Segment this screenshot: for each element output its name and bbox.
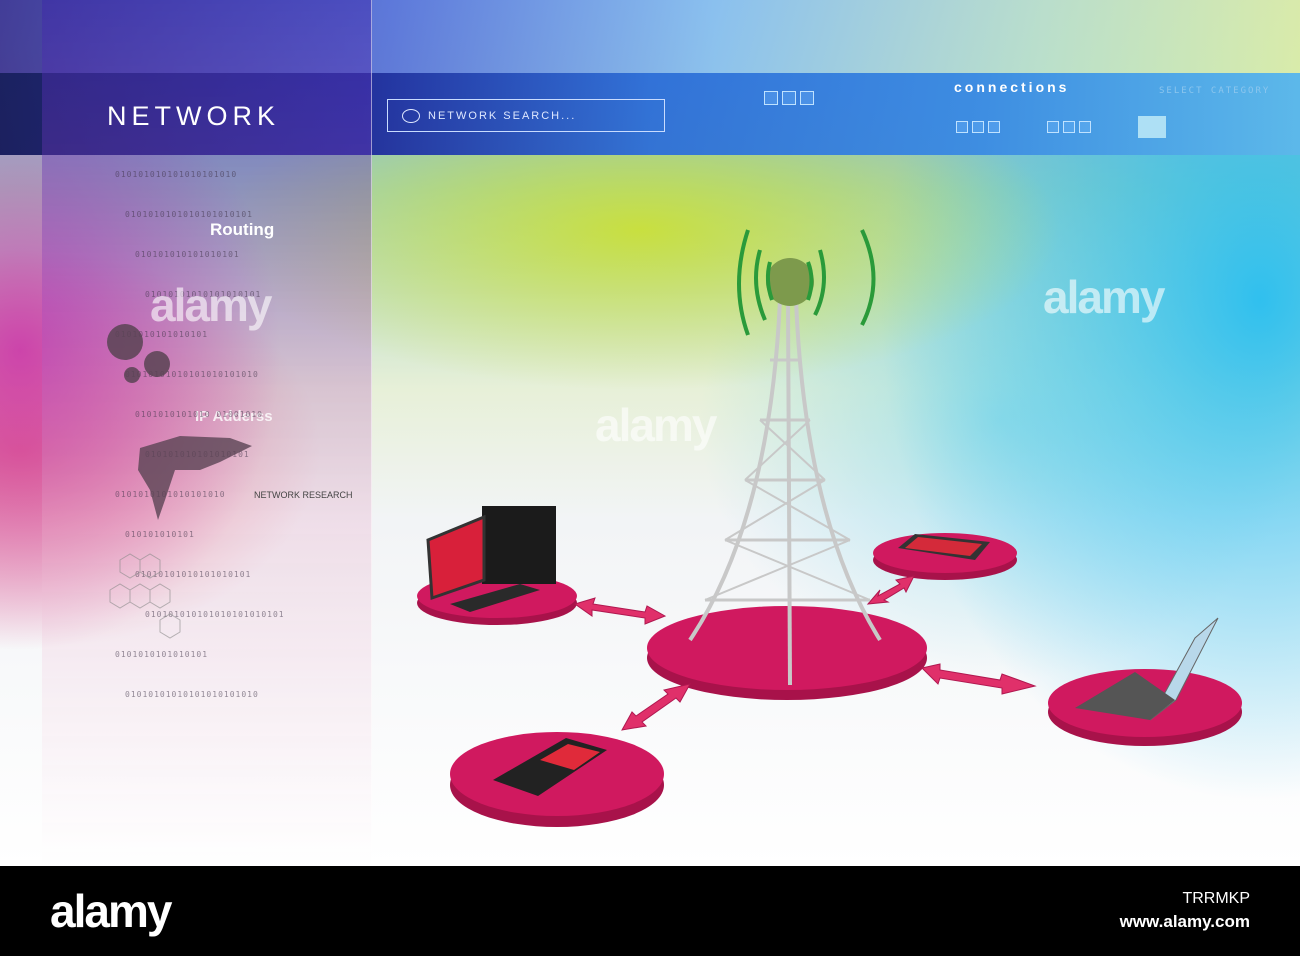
gear-icon — [107, 324, 170, 383]
alamy-logo: alamy — [50, 885, 172, 937]
network-illustration: NETWORK NETWORK SEARCH... connections SE… — [0, 0, 1300, 866]
watermark: alamy — [150, 279, 272, 331]
footer-bar: alamy TRRMKP www.alamy.com — [0, 866, 1300, 956]
image-id: TRRMKP — [1182, 890, 1250, 907]
hexagon-grid-icon — [109, 553, 181, 639]
watermark: alamy — [1043, 271, 1165, 323]
world-map-icon — [138, 436, 252, 520]
site-url[interactable]: www.alamy.com — [1120, 912, 1250, 932]
watermark: alamy — [595, 399, 717, 451]
